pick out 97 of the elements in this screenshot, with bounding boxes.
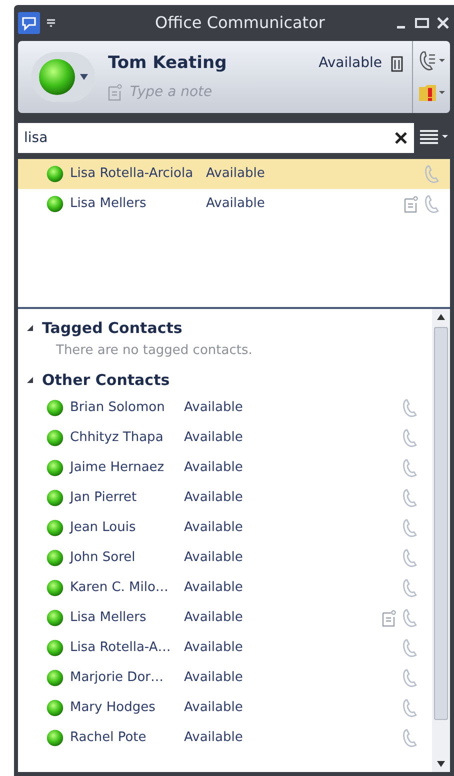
- collapse-icon[interactable]: [26, 376, 34, 384]
- contact-status: Available: [184, 639, 244, 658]
- scroll-thumb[interactable]: [434, 327, 448, 720]
- contact-name: Karen C. Milo…: [70, 579, 170, 598]
- contact-name: Mary Hodges: [70, 699, 156, 718]
- contact-row[interactable]: Jan Pierret Available: [26, 483, 432, 513]
- contact-status: Available: [184, 579, 244, 598]
- presence-icon: [37, 57, 77, 97]
- phone-icon[interactable]: [402, 638, 418, 658]
- presence-icon: [46, 195, 64, 213]
- note-icon: [108, 84, 122, 102]
- presence-icon: [46, 639, 64, 657]
- contact-name: Brian Solomon: [70, 399, 166, 418]
- presence-icon: [46, 165, 64, 183]
- scroll-up-icon[interactable]: [436, 313, 446, 321]
- presence-icon: [46, 399, 64, 417]
- result-row[interactable]: Lisa Rotella-Arciola Available: [18, 159, 450, 189]
- contact-row[interactable]: Mary Hodges Available: [26, 693, 432, 723]
- group-title[interactable]: Other Contacts: [42, 368, 170, 392]
- presence-icon: [46, 609, 64, 627]
- phone-icon[interactable]: [402, 398, 418, 418]
- contact-status: Available: [184, 519, 244, 538]
- contact-row[interactable]: Jean Louis Available: [26, 513, 432, 543]
- contact-row[interactable]: Karen C. Milo… Available: [26, 573, 432, 603]
- contact-row[interactable]: Marjorie Dor… Available: [26, 663, 432, 693]
- contact-row[interactable]: John Sorel Available: [26, 543, 432, 573]
- phone-icon[interactable]: [402, 488, 418, 508]
- contact-name: John Sorel: [70, 549, 136, 568]
- alert-folder-icon[interactable]: [418, 82, 446, 104]
- presence-icon: [46, 729, 64, 747]
- contact-status: Available: [184, 609, 244, 628]
- contact-row[interactable]: Jaime Hernaez Available: [26, 453, 432, 483]
- presence-icon: [46, 699, 64, 717]
- contact-status: Available: [184, 429, 244, 448]
- presence-icon: [46, 489, 64, 507]
- user-name: Tom Keating: [108, 52, 228, 75]
- contact-name: Jaime Hernaez: [70, 459, 166, 478]
- phone-icon[interactable]: [402, 728, 418, 748]
- phone-icon[interactable]: [402, 698, 418, 718]
- contact-row[interactable]: Lisa Mellers Available: [26, 603, 432, 633]
- phone-icon[interactable]: [402, 458, 418, 478]
- contact-name: Jan Pierret: [70, 489, 138, 508]
- contact-row[interactable]: Brian Solomon Available: [26, 393, 432, 423]
- phone-icon[interactable]: [424, 164, 440, 184]
- group-title[interactable]: Tagged Contacts: [42, 316, 182, 340]
- contact-status: Available: [184, 729, 244, 748]
- maximize-icon[interactable]: [414, 16, 430, 30]
- presence-icon: [46, 459, 64, 477]
- phone-icon[interactable]: [402, 608, 418, 628]
- app-icon[interactable]: [18, 12, 40, 34]
- close-icon[interactable]: [436, 16, 450, 30]
- phone-list-icon[interactable]: [418, 50, 446, 72]
- contact-name: Jean Louis: [70, 519, 137, 538]
- empty-message: There are no tagged contacts.: [55, 342, 254, 360]
- contact-status: Available: [206, 165, 266, 184]
- contact-name: Lisa Rotella-A…: [70, 639, 172, 658]
- search-input[interactable]: lisa: [24, 128, 394, 148]
- contact-row[interactable]: Rachel Pote Available: [26, 723, 432, 753]
- building-icon: [390, 56, 404, 72]
- clear-icon[interactable]: [394, 131, 408, 145]
- presence-icon: [46, 579, 64, 597]
- contact-name: Lisa Mellers: [70, 609, 148, 628]
- phone-icon[interactable]: [402, 518, 418, 538]
- presence-icon: [46, 429, 64, 447]
- note-icon: [382, 610, 396, 626]
- presence-icon: [46, 519, 64, 537]
- phone-icon[interactable]: [402, 668, 418, 688]
- contact-name: Lisa Mellers: [70, 195, 148, 214]
- search-field[interactable]: lisa: [18, 123, 414, 153]
- contact-row[interactable]: Chhityz Thapa Available: [26, 423, 432, 453]
- collapse-icon[interactable]: [26, 324, 34, 332]
- phone-icon[interactable]: [402, 428, 418, 448]
- user-status[interactable]: Available: [318, 53, 382, 74]
- presence-icon: [46, 669, 64, 687]
- contact-status: Available: [184, 669, 244, 688]
- note-field[interactable]: Type a note: [130, 82, 330, 104]
- contact-status: Available: [184, 549, 244, 568]
- scrollbar[interactable]: [432, 309, 450, 772]
- contact-status: Available: [206, 195, 266, 214]
- contact-name: Marjorie Dor…: [70, 669, 164, 688]
- phone-icon[interactable]: [424, 194, 440, 214]
- contact-status: Available: [184, 489, 244, 508]
- window-title: Office Communicator: [155, 12, 325, 34]
- contact-status: Available: [184, 699, 244, 718]
- contact-name: Chhityz Thapa: [70, 429, 164, 448]
- phone-icon[interactable]: [402, 578, 418, 598]
- menu-icon[interactable]: [46, 18, 56, 28]
- dropdown-icon[interactable]: [79, 73, 89, 81]
- note-icon: [404, 196, 418, 212]
- contact-row[interactable]: Lisa Rotella-A… Available: [26, 633, 432, 663]
- contact-status: Available: [184, 459, 244, 478]
- scroll-down-icon[interactable]: [436, 760, 446, 768]
- phone-icon[interactable]: [402, 548, 418, 568]
- presence-icon: [46, 549, 64, 567]
- contact-name: Rachel Pote: [70, 729, 148, 748]
- contact-status: Available: [184, 399, 244, 418]
- contact-name: Lisa Rotella-Arciola: [70, 165, 194, 184]
